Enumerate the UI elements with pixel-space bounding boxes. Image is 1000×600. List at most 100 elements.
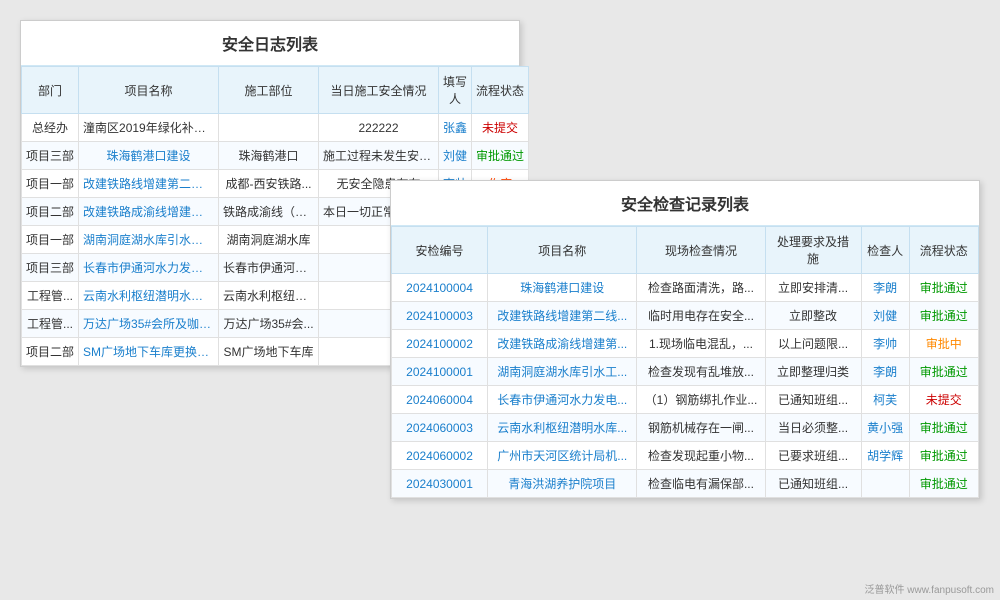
left-cell-5: 未提交	[472, 114, 529, 142]
left-cell-0: 项目一部	[22, 226, 79, 254]
left-cell-0: 项目三部	[22, 142, 79, 170]
left-col-project: 项目名称	[79, 67, 219, 114]
right-cell-0[interactable]: 2024100004	[392, 274, 488, 302]
right-cell-3: 已通知班组...	[765, 386, 861, 414]
left-table-header-row: 部门 项目名称 施工部位 当日施工安全情况 填写人 流程状态	[22, 67, 529, 114]
right-panel-title: 安全检查记录列表	[391, 181, 979, 226]
right-col-measure: 处理要求及措施	[765, 227, 861, 274]
left-cell-4[interactable]: 刘健	[439, 142, 472, 170]
right-cell-2: 检查路面清洗，路...	[637, 274, 765, 302]
left-cell-0: 项目一部	[22, 170, 79, 198]
left-col-status: 流程状态	[472, 67, 529, 114]
right-cell-4[interactable]: 胡学辉	[861, 442, 909, 470]
right-table: 安检编号 项目名称 现场检查情况 处理要求及措施 检查人 流程状态 202410…	[391, 226, 979, 498]
right-cell-5: 审批通过	[909, 414, 978, 442]
left-col-location: 施工部位	[219, 67, 319, 114]
right-table-row: 2024030001青海洪湖养护院项目检查临电有漏保部...已通知班组...审批…	[392, 470, 979, 498]
left-cell-1[interactable]: SM广场地下车库更换摄...	[79, 338, 219, 366]
left-panel-title: 安全日志列表	[21, 21, 519, 66]
left-cell-0: 项目三部	[22, 254, 79, 282]
right-cell-1[interactable]: 珠海鹤港口建设	[488, 274, 637, 302]
right-cell-1[interactable]: 广州市天河区统计局机...	[488, 442, 637, 470]
left-cell-1[interactable]: 云南水利枢纽潜明水库一...	[79, 282, 219, 310]
right-table-body: 2024100004珠海鹤港口建设检查路面清洗，路...立即安排清...李朗审批…	[392, 274, 979, 498]
right-cell-0[interactable]: 2024100001	[392, 358, 488, 386]
right-cell-1[interactable]: 湖南洞庭湖水库引水工...	[488, 358, 637, 386]
right-col-project: 项目名称	[488, 227, 637, 274]
right-cell-0[interactable]: 2024030001	[392, 470, 488, 498]
right-cell-4[interactable]: 李朗	[861, 274, 909, 302]
left-cell-3: 施工过程未发生安全事故...	[319, 142, 439, 170]
right-cell-4[interactable]: 柯芙	[861, 386, 909, 414]
right-table-row: 2024100001湖南洞庭湖水库引水工...检查发现有乱堆放...立即整理归类…	[392, 358, 979, 386]
right-table-row: 2024060004长春市伊通河水力发电...（1）钢筋绑扎作业...已通知班组…	[392, 386, 979, 414]
right-cell-1[interactable]: 改建铁路线增建第二线...	[488, 302, 637, 330]
right-panel: 安全检查记录列表 安检编号 项目名称 现场检查情况 处理要求及措施 检查人 流程…	[390, 180, 980, 499]
left-cell-2: 铁路成渝线（成...	[219, 198, 319, 226]
right-col-inspector: 检查人	[861, 227, 909, 274]
left-cell-1[interactable]: 长春市伊通河水力发电厂...	[79, 254, 219, 282]
right-cell-5: 审批通过	[909, 358, 978, 386]
right-cell-2: 钢筋机械存在一闸...	[637, 414, 765, 442]
left-col-writer: 填写人	[439, 67, 472, 114]
right-cell-0[interactable]: 2024060002	[392, 442, 488, 470]
right-table-header-row: 安检编号 项目名称 现场检查情况 处理要求及措施 检查人 流程状态	[392, 227, 979, 274]
right-cell-5: 审批通过	[909, 442, 978, 470]
right-table-row: 2024100004珠海鹤港口建设检查路面清洗，路...立即安排清...李朗审批…	[392, 274, 979, 302]
right-cell-4	[861, 470, 909, 498]
left-col-situation: 当日施工安全情况	[319, 67, 439, 114]
left-cell-1[interactable]: 珠海鹤港口建设	[79, 142, 219, 170]
right-cell-3: 立即安排清...	[765, 274, 861, 302]
right-cell-0[interactable]: 2024100002	[392, 330, 488, 358]
left-cell-2: 湖南洞庭湖水库	[219, 226, 319, 254]
right-table-row: 2024060003云南水利枢纽潜明水库...钢筋机械存在一闸...当日必须整.…	[392, 414, 979, 442]
right-cell-1[interactable]: 长春市伊通河水力发电...	[488, 386, 637, 414]
right-cell-1[interactable]: 改建铁路成渝线增建第...	[488, 330, 637, 358]
right-cell-2: （1）钢筋绑扎作业...	[637, 386, 765, 414]
right-cell-3: 当日必须整...	[765, 414, 861, 442]
left-col-dept: 部门	[22, 67, 79, 114]
right-cell-2: 检查临电有漏保部...	[637, 470, 765, 498]
left-cell-0: 项目二部	[22, 338, 79, 366]
left-cell-1[interactable]: 万达广场35#会所及咖啡...	[79, 310, 219, 338]
right-cell-2: 1.现场临电混乱，...	[637, 330, 765, 358]
left-cell-1[interactable]: 改建铁路线增建第二线直...	[79, 170, 219, 198]
right-cell-4[interactable]: 黄小强	[861, 414, 909, 442]
right-cell-5: 审批通过	[909, 274, 978, 302]
right-table-row: 2024100002改建铁路成渝线增建第...1.现场临电混乱，...以上问题限…	[392, 330, 979, 358]
left-cell-2: 成都-西安铁路...	[219, 170, 319, 198]
right-cell-5: 审批通过	[909, 470, 978, 498]
right-cell-1[interactable]: 青海洪湖养护院项目	[488, 470, 637, 498]
left-cell-2: 长春市伊通河水...	[219, 254, 319, 282]
right-cell-0[interactable]: 2024060004	[392, 386, 488, 414]
left-cell-2: 万达广场35#会...	[219, 310, 319, 338]
watermark: 泛普软件 www.fanpusoft.com	[865, 581, 994, 596]
right-cell-3: 以上问题限...	[765, 330, 861, 358]
left-cell-2: 珠海鹤港口	[219, 142, 319, 170]
left-cell-3: 222222	[319, 114, 439, 142]
left-cell-0: 总经办	[22, 114, 79, 142]
right-cell-5: 审批中	[909, 330, 978, 358]
right-cell-4[interactable]: 刘健	[861, 302, 909, 330]
left-cell-0: 工程管...	[22, 310, 79, 338]
left-cell-1[interactable]: 湖南洞庭湖水库引水工程...	[79, 226, 219, 254]
right-cell-3: 已要求班组...	[765, 442, 861, 470]
right-cell-1[interactable]: 云南水利枢纽潜明水库...	[488, 414, 637, 442]
left-cell-2: 云南水利枢纽潜...	[219, 282, 319, 310]
right-col-situation: 现场检查情况	[637, 227, 765, 274]
left-table-row: 总经办潼南区2019年绿化补贴项...222222张鑫未提交	[22, 114, 529, 142]
right-cell-5: 未提交	[909, 386, 978, 414]
left-cell-4[interactable]: 张鑫	[439, 114, 472, 142]
right-col-status: 流程状态	[909, 227, 978, 274]
right-cell-2: 检查发现有乱堆放...	[637, 358, 765, 386]
right-cell-0[interactable]: 2024100003	[392, 302, 488, 330]
right-cell-0[interactable]: 2024060003	[392, 414, 488, 442]
right-cell-4[interactable]: 李帅	[861, 330, 909, 358]
right-cell-4[interactable]: 李朗	[861, 358, 909, 386]
left-cell-2	[219, 114, 319, 142]
left-table-row: 项目三部珠海鹤港口建设珠海鹤港口施工过程未发生安全事故...刘健审批通过	[22, 142, 529, 170]
right-table-row: 2024060002广州市天河区统计局机...检查发现起重小物...已要求班组.…	[392, 442, 979, 470]
right-cell-3: 立即整改	[765, 302, 861, 330]
right-table-row: 2024100003改建铁路线增建第二线...临时用电存在安全...立即整改刘健…	[392, 302, 979, 330]
left-cell-1[interactable]: 改建铁路成渝线增建第二...	[79, 198, 219, 226]
